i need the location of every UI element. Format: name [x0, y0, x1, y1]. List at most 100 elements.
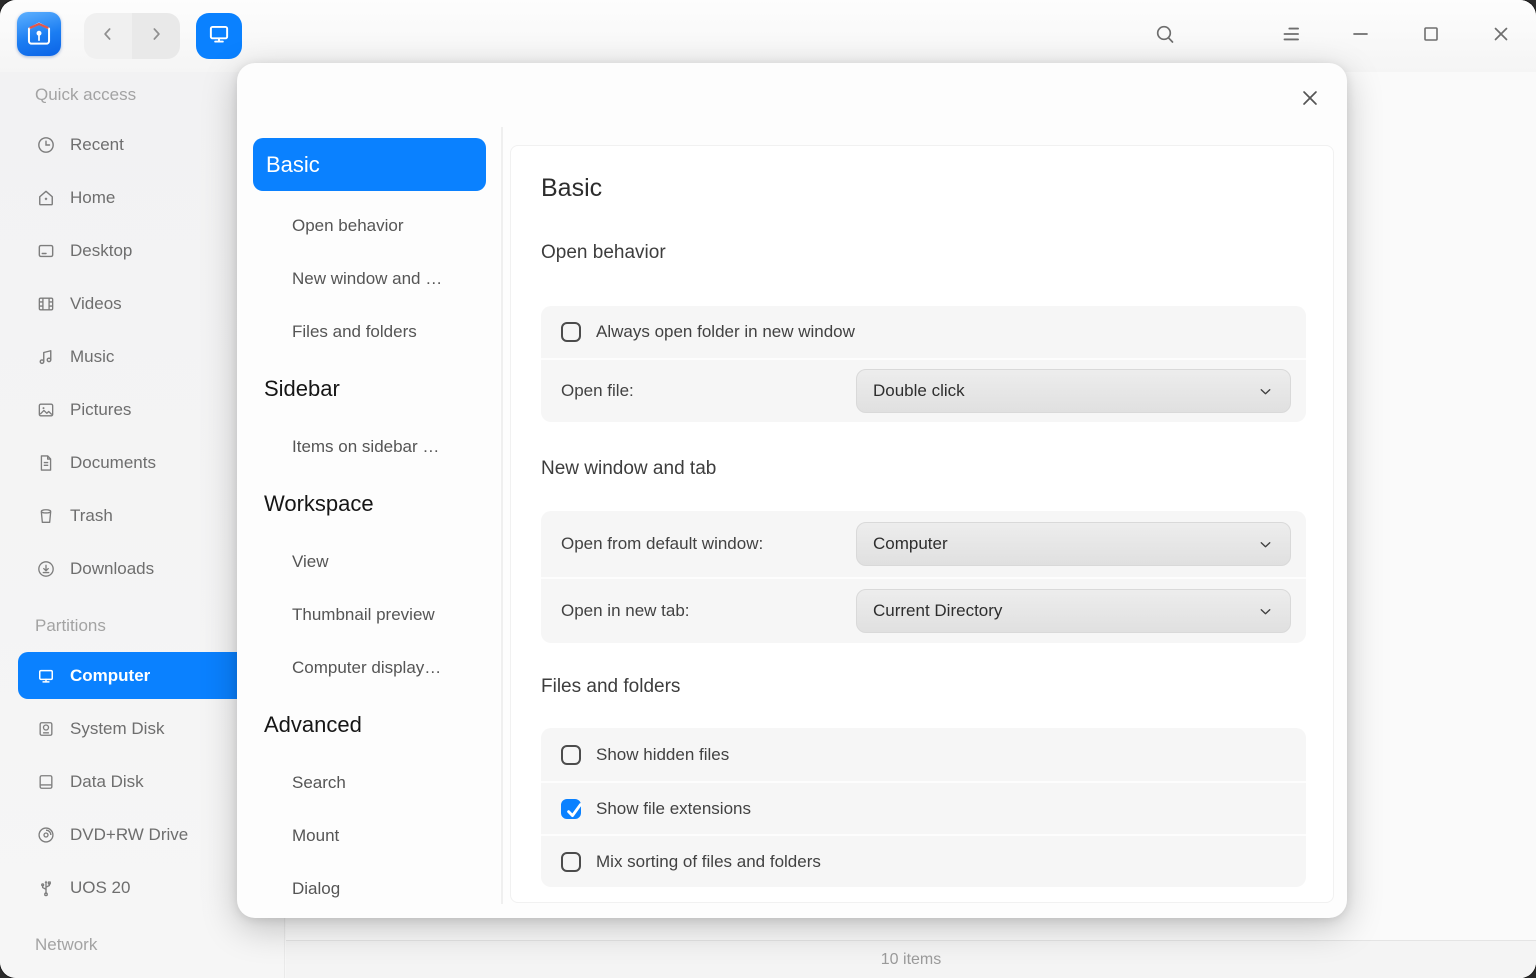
- data-disk-icon: [35, 771, 57, 793]
- checkbox-label: Mix sorting of files and folders: [596, 852, 821, 872]
- sidebar-item-label: Trash: [70, 506, 113, 526]
- nav-item-open-behavior[interactable]: Open behavior: [237, 199, 501, 252]
- show-file-extensions-row: Show file extensions: [541, 781, 1306, 834]
- nav-item-computer-display[interactable]: Computer display…: [237, 641, 501, 694]
- sidebar-item-label: DVD+RW Drive: [70, 825, 188, 845]
- sidebar-item-label: Data Disk: [70, 772, 144, 792]
- checkbox-label: Always open folder in new window: [596, 322, 855, 342]
- close-icon: [1489, 22, 1513, 51]
- open-from-default-window-label: Open from default window:: [561, 534, 856, 554]
- open-from-default-window-dropdown[interactable]: Computer: [856, 522, 1291, 566]
- open-in-new-tab-label: Open in new tab:: [561, 601, 856, 621]
- open-in-new-tab-dropdown[interactable]: Current Directory: [856, 589, 1291, 633]
- music-note-icon: [35, 346, 57, 368]
- nav-item-new-window-and-tab[interactable]: New window and …: [237, 252, 501, 305]
- clock-icon: [35, 134, 57, 156]
- back-icon: [98, 24, 118, 49]
- mix-sorting-checkbox[interactable]: [561, 852, 581, 872]
- forward-icon: [146, 24, 166, 49]
- open-behavior-card: Always open folder in new window Open fi…: [541, 306, 1306, 422]
- picture-icon: [35, 399, 57, 421]
- files-folders-header: Files and folders: [541, 674, 1306, 700]
- trash-icon: [35, 505, 57, 527]
- statusbar: 10 items: [286, 940, 1536, 978]
- checkbox-label: Show hidden files: [596, 745, 729, 765]
- computer-view-icon: [206, 21, 232, 52]
- document-icon: [35, 452, 57, 474]
- sidebar-item-label: Desktop: [70, 241, 132, 261]
- always-open-new-window-row: Always open folder in new window: [541, 306, 1306, 358]
- sidebar-item-label: Computer: [70, 666, 150, 686]
- open-file-dropdown[interactable]: Double click: [856, 369, 1291, 413]
- computer-view-button[interactable]: [196, 13, 242, 59]
- open-behavior-header: Open behavior: [541, 240, 1306, 266]
- nav-item-dialog[interactable]: Dialog: [237, 862, 501, 915]
- sidebar-item-label: Documents: [70, 453, 156, 473]
- chevron-down-icon: [1257, 603, 1274, 620]
- new-window-tab-card: Open from default window: Computer Open …: [541, 511, 1306, 643]
- forward-button[interactable]: [132, 13, 180, 59]
- show-hidden-files-checkbox[interactable]: [561, 745, 581, 765]
- menu-icon: [1278, 21, 1304, 52]
- file-manager-window: Quick access Recent Home Desktop Videos …: [0, 0, 1536, 978]
- files-folders-card: Show hidden files Show file extensions M…: [541, 728, 1306, 887]
- home-icon: [35, 187, 57, 209]
- usb-icon: [35, 877, 57, 899]
- back-button[interactable]: [84, 13, 132, 59]
- always-open-new-window-checkbox[interactable]: [561, 322, 581, 342]
- download-icon: [35, 558, 57, 580]
- settings-nav: Basic Open behavior New window and … Fil…: [237, 138, 501, 918]
- nav-item-basic[interactable]: Basic: [253, 138, 486, 191]
- open-file-row: Open file: Double click: [541, 358, 1306, 422]
- system-disk-icon: [35, 718, 57, 740]
- titlebar-controls: [1150, 0, 1516, 72]
- close-window-button[interactable]: [1486, 21, 1516, 51]
- nav-content-divider: [501, 127, 503, 904]
- minimize-button[interactable]: [1346, 21, 1376, 51]
- dropdown-value: Double click: [873, 381, 1257, 401]
- sidebar-item-label: UOS 20: [70, 878, 130, 898]
- nav-item-view[interactable]: View: [237, 535, 501, 588]
- open-in-new-tab-row: Open in new tab: Current Directory: [541, 577, 1306, 643]
- sidebar-item-label: Downloads: [70, 559, 154, 579]
- sidebar-item-label: Pictures: [70, 400, 131, 420]
- checkbox-label: Show file extensions: [596, 799, 751, 819]
- new-window-tab-header: New window and tab: [541, 456, 1306, 482]
- settings-page-title: Basic: [541, 172, 1306, 204]
- minimize-icon: [1349, 22, 1373, 51]
- dialog-close-button[interactable]: [1295, 85, 1325, 115]
- film-icon: [35, 293, 57, 315]
- dropdown-value: Current Directory: [873, 601, 1257, 621]
- sidebar-item-label: Recent: [70, 135, 124, 155]
- settings-dialog: Basic Open behavior New window and … Fil…: [237, 63, 1347, 918]
- nav-item-items-on-sidebar[interactable]: Items on sidebar …: [237, 420, 501, 473]
- chevron-down-icon: [1257, 536, 1274, 553]
- sidebar-item-label: System Disk: [70, 719, 164, 739]
- open-file-label: Open file:: [561, 381, 856, 401]
- nav-item-files-and-folders[interactable]: Files and folders: [237, 305, 501, 358]
- nav-section-workspace: Workspace: [237, 473, 501, 535]
- sidebar-item-computer[interactable]: Computer: [18, 652, 260, 699]
- chevron-down-icon: [1257, 383, 1274, 400]
- maximize-icon: [1419, 22, 1443, 51]
- settings-content: Basic Open behavior Always open folder i…: [510, 145, 1334, 903]
- show-file-extensions-checkbox[interactable]: [561, 799, 581, 819]
- close-icon: [1297, 85, 1323, 116]
- search-icon: [1153, 22, 1177, 51]
- nav-item-thumbnail-preview[interactable]: Thumbnail preview: [237, 588, 501, 641]
- sidebar-item-label: Music: [70, 347, 114, 367]
- items-count: 10 items: [881, 951, 941, 969]
- sidebar-item-label: Home: [70, 188, 115, 208]
- menu-button[interactable]: [1276, 21, 1306, 51]
- search-button[interactable]: [1150, 21, 1180, 51]
- desktop-icon: [35, 240, 57, 262]
- mix-sorting-row: Mix sorting of files and folders: [541, 834, 1306, 887]
- history-nav: [84, 13, 180, 59]
- monitor-icon: [35, 665, 57, 687]
- maximize-button[interactable]: [1416, 21, 1446, 51]
- optical-disc-icon: [35, 824, 57, 846]
- app-folder-icon: [17, 12, 61, 56]
- show-hidden-files-row: Show hidden files: [541, 728, 1306, 781]
- nav-item-mount[interactable]: Mount: [237, 809, 501, 862]
- nav-item-search[interactable]: Search: [237, 756, 501, 809]
